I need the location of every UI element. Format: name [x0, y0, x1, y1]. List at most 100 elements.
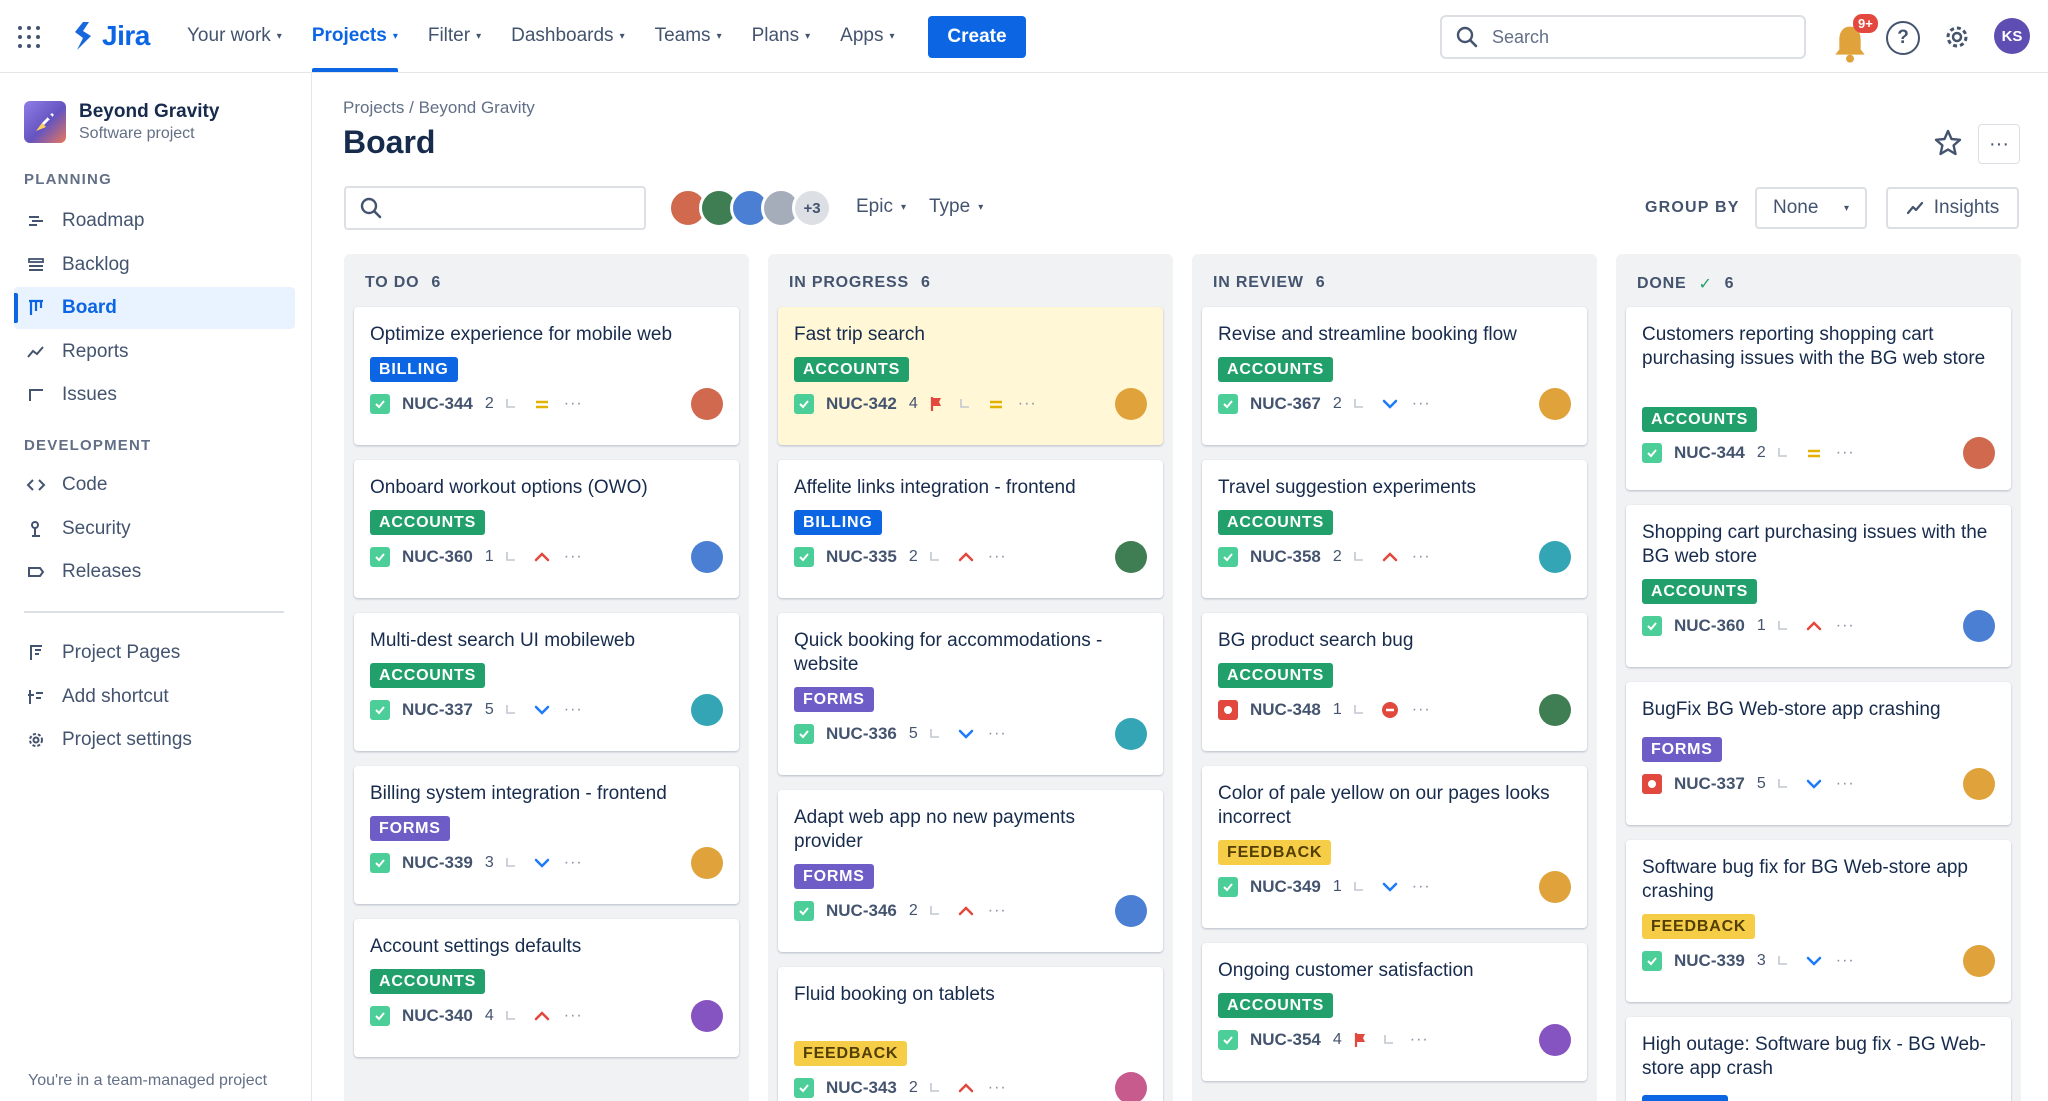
more-icon[interactable]: ···	[1412, 878, 1431, 896]
issue-card[interactable]: Optimize experience for mobile web BILLIN…	[354, 307, 739, 445]
project-header[interactable]: Beyond Gravity Software project	[24, 101, 219, 143]
global-search-input[interactable]: Search	[1440, 15, 1806, 59]
more-actions-button[interactable]: ···	[1978, 124, 2020, 164]
sidebar-item-issues[interactable]: Issues	[14, 374, 295, 416]
issue-key[interactable]: NUC-339	[402, 853, 473, 873]
nav-item-projects[interactable]: Projects ▾	[311, 0, 398, 72]
epic-label-forms[interactable]: FORMS	[794, 864, 874, 889]
issue-key[interactable]: NUC-367	[1250, 394, 1321, 414]
create-button[interactable]: Create	[928, 16, 1026, 58]
more-icon[interactable]: ···	[1412, 548, 1431, 566]
more-icon[interactable]: ···	[564, 395, 583, 413]
issue-card[interactable]: Customers reporting shopping cart purcha…	[1626, 307, 2011, 490]
issue-card[interactable]: Fast trip search ACCOUNTS NUC-342 4 ···	[778, 307, 1163, 445]
more-icon[interactable]: ···	[1836, 952, 1855, 970]
issue-key[interactable]: NUC-337	[1674, 774, 1745, 794]
issue-card[interactable]: Fluid booking on tablets FEEDBACK NUC-343 2…	[778, 967, 1163, 1101]
more-icon[interactable]: ···	[988, 902, 1007, 920]
epic-label-accounts[interactable]: ACCOUNTS	[370, 663, 486, 688]
assignee-avatar[interactable]	[1539, 694, 1571, 726]
sidebar-item-backlog[interactable]: Backlog	[14, 244, 295, 286]
epic-label-feedback[interactable]: FEEDBACK	[1218, 840, 1332, 865]
assignee-avatar[interactable]	[1115, 895, 1147, 927]
issue-card[interactable]: Account settings defaults ACCOUNTS NUC-340…	[354, 919, 739, 1057]
assignee-avatar[interactable]	[691, 1000, 723, 1032]
issue-card[interactable]: High outage: Software bug fix - BG Web-s…	[1626, 1017, 2011, 1101]
sidebar-item-add-shortcut[interactable]: Add shortcut	[14, 676, 295, 718]
more-icon[interactable]: ···	[1836, 444, 1855, 462]
app-switcher-icon[interactable]	[18, 26, 40, 48]
more-icon[interactable]: ···	[564, 548, 583, 566]
epic-filter-dropdown[interactable]: Epic ▾	[856, 196, 906, 218]
assignee-avatar[interactable]	[1115, 718, 1147, 750]
issue-key[interactable]: NUC-348	[1250, 700, 1321, 720]
more-icon[interactable]: ···	[1018, 395, 1037, 413]
epic-label-feedback[interactable]: FEEDBACK	[1642, 914, 1756, 939]
epic-label-accounts[interactable]: ACCOUNTS	[370, 510, 486, 535]
more-icon[interactable]: ···	[1836, 617, 1855, 635]
issue-key[interactable]: NUC-343	[826, 1078, 897, 1098]
settings-gear-icon[interactable]	[1940, 20, 1974, 54]
epic-label-accounts[interactable]: ACCOUNTS	[1218, 357, 1334, 382]
issue-card[interactable]: Revise and streamline booking flow ACCOUN…	[1202, 307, 1587, 445]
epic-label-billing[interactable]: BILLING	[794, 510, 882, 535]
more-icon[interactable]: ···	[988, 725, 1007, 743]
epic-label-forms[interactable]: FORMS	[370, 816, 450, 841]
star-icon[interactable]	[1932, 127, 1964, 159]
assignee-avatar[interactable]	[1539, 541, 1571, 573]
epic-label-billing[interactable]: BILLING	[370, 357, 458, 382]
issue-card[interactable]: Software bug fix for BG Web-store app cr…	[1626, 840, 2011, 1002]
issue-card[interactable]: BugFix BG Web-store app crashing FORMS NUC…	[1626, 682, 2011, 825]
assignee-avatar[interactable]	[1115, 388, 1147, 420]
assignee-avatar[interactable]	[1539, 871, 1571, 903]
assignee-avatar[interactable]	[1963, 768, 1995, 800]
issue-key[interactable]: NUC-346	[826, 901, 897, 921]
issue-card[interactable]: Adapt web app no new payments provider FO…	[778, 790, 1163, 952]
epic-label-accounts[interactable]: ACCOUNTS	[1642, 579, 1758, 604]
issue-card[interactable]: Affelite links integration - frontend BIL…	[778, 460, 1163, 598]
issue-card[interactable]: Multi-dest search UI mobileweb ACCOUNTS NU…	[354, 613, 739, 751]
issue-key[interactable]: NUC-349	[1250, 877, 1321, 897]
sidebar-item-code[interactable]: Code	[14, 464, 295, 506]
issue-card[interactable]: Ongoing customer satisfaction ACCOUNTS NUC…	[1202, 943, 1587, 1081]
assignee-avatar[interactable]	[691, 541, 723, 573]
epic-label-accounts[interactable]: ACCOUNTS	[1642, 407, 1758, 432]
more-icon[interactable]: ···	[564, 1007, 583, 1025]
issue-key[interactable]: NUC-358	[1250, 547, 1321, 567]
issue-key[interactable]: NUC-336	[826, 724, 897, 744]
nav-item-dashboards[interactable]: Dashboards ▾	[511, 0, 624, 72]
issue-key[interactable]: NUC-344	[402, 394, 473, 414]
more-icon[interactable]: ···	[564, 701, 583, 719]
issue-key[interactable]: NUC-344	[1674, 443, 1745, 463]
more-icon[interactable]: ···	[564, 854, 583, 872]
assignee-avatar[interactable]	[1539, 1024, 1571, 1056]
assignee-avatar[interactable]	[691, 388, 723, 420]
type-filter-dropdown[interactable]: Type ▾	[929, 196, 983, 218]
nav-item-plans[interactable]: Plans ▾	[752, 0, 811, 72]
more-icon[interactable]: ···	[1836, 775, 1855, 793]
nav-item-apps[interactable]: Apps ▾	[840, 0, 894, 72]
board-search-input[interactable]	[344, 186, 646, 230]
user-avatar[interactable]: KS	[1994, 18, 2030, 54]
issue-key[interactable]: NUC-360	[1674, 616, 1745, 636]
epic-label-accounts[interactable]: ACCOUNTS	[1218, 993, 1334, 1018]
issue-key[interactable]: NUC-335	[826, 547, 897, 567]
issue-card[interactable]: Travel suggestion experiments ACCOUNTS NUC…	[1202, 460, 1587, 598]
assignee-avatar[interactable]	[1539, 388, 1571, 420]
issue-key[interactable]: NUC-337	[402, 700, 473, 720]
nav-item-teams[interactable]: Teams ▾	[655, 0, 722, 72]
issue-key[interactable]: NUC-360	[402, 547, 473, 567]
issue-card[interactable]: BG product search bug ACCOUNTS NUC-348 1 ···	[1202, 613, 1587, 751]
assignee-avatar[interactable]	[1963, 437, 1995, 469]
epic-label-accounts[interactable]: ACCOUNTS	[794, 357, 910, 382]
sidebar-item-board[interactable]: Board	[14, 287, 295, 329]
issue-key[interactable]: NUC-342	[826, 394, 897, 414]
jira-logo[interactable]: Jira	[72, 20, 150, 52]
nav-item-filter[interactable]: Filter ▾	[428, 0, 481, 72]
help-icon[interactable]: ?	[1886, 21, 1920, 55]
sidebar-item-security[interactable]: Security	[14, 508, 295, 550]
epic-label-forms[interactable]: FORMS	[794, 687, 874, 712]
sidebar-item-roadmap[interactable]: Roadmap	[14, 200, 295, 242]
issue-card[interactable]: Color of pale yellow on our pages looks …	[1202, 766, 1587, 928]
assignee-avatar[interactable]	[1115, 1072, 1147, 1101]
